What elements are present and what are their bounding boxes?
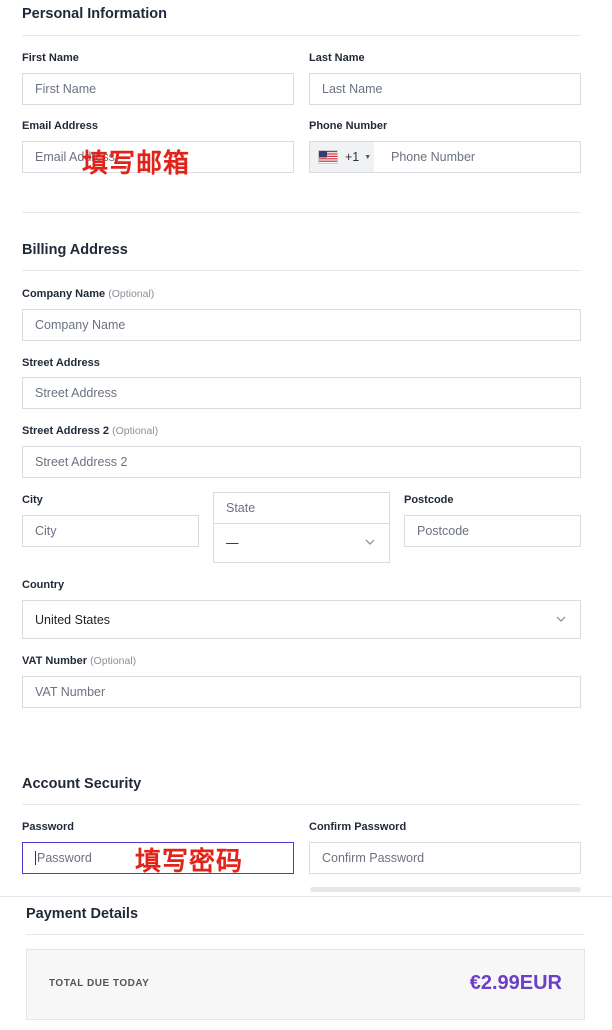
vat-number-label-text: VAT Number [22, 655, 87, 667]
state-select[interactable]: — [213, 524, 390, 563]
state-input[interactable]: State [213, 492, 390, 524]
country-selected-value: United States [35, 612, 111, 627]
last-name-placeholder: Last Name [322, 82, 383, 96]
phone-placeholder: Phone Number [391, 150, 476, 164]
password-strength-bar [310, 887, 581, 892]
confirm-password-placeholder: Confirm Password [322, 851, 425, 865]
billing-address-title: Billing Address [22, 242, 128, 258]
last-name-label: Last Name [309, 52, 365, 64]
postcode-placeholder: Postcode [417, 524, 470, 538]
total-due-amount: €2.99EUR [469, 972, 562, 994]
divider [26, 934, 585, 935]
city-input[interactable]: City [22, 515, 199, 547]
street-address-2-label: Street Address 2 (Optional) [22, 425, 158, 437]
optional-tag: (Optional) [90, 655, 137, 667]
country-code-selector[interactable]: +1 ▼ [310, 142, 374, 172]
first-name-input[interactable]: First Name [22, 73, 294, 105]
company-name-placeholder: Company Name [35, 318, 126, 332]
personal-info-title: Personal Information [22, 6, 168, 22]
total-due-label: TOTAL DUE TODAY [49, 978, 150, 989]
country-select[interactable]: United States [22, 600, 581, 639]
street-address-input[interactable]: Street Address [22, 377, 581, 409]
caret-down-icon: ▼ [364, 153, 372, 161]
divider [22, 270, 581, 271]
divider [22, 212, 581, 213]
company-name-label-text: Company Name [22, 288, 106, 300]
street-address-label: Street Address [22, 357, 100, 369]
postcode-label: Postcode [404, 494, 454, 506]
divider [22, 804, 581, 805]
phone-input[interactable]: +1 ▼ Phone Number [309, 141, 581, 173]
divider [22, 35, 581, 36]
street-address-placeholder: Street Address [35, 386, 117, 400]
country-label: Country [22, 579, 65, 591]
total-due-box: TOTAL DUE TODAY €2.99EUR [26, 949, 585, 1020]
city-placeholder: City [35, 524, 57, 538]
country-code: +1 [345, 150, 360, 164]
optional-tag: (Optional) [108, 288, 155, 300]
text-cursor [35, 851, 36, 865]
chevron-down-icon [365, 539, 375, 545]
email-label: Email Address [22, 120, 99, 132]
optional-tag: (Optional) [112, 425, 159, 437]
street-address-2-label-text: Street Address 2 [22, 425, 110, 437]
us-flag-icon [318, 150, 338, 164]
first-name-label: First Name [22, 52, 79, 64]
city-label: City [22, 494, 43, 506]
street-address-2-input[interactable]: Street Address 2 [22, 446, 581, 478]
email-annotation: 填写邮箱 [82, 149, 191, 179]
password-placeholder: Password [37, 851, 92, 865]
vat-number-placeholder: VAT Number [35, 685, 106, 699]
payment-details-title: Payment Details [26, 906, 139, 922]
password-label: Password [22, 821, 74, 833]
postcode-input[interactable]: Postcode [404, 515, 581, 547]
first-name-placeholder: First Name [35, 82, 97, 96]
account-security-title: Account Security [22, 776, 142, 792]
divider [0, 896, 612, 897]
vat-number-input[interactable]: VAT Number [22, 676, 581, 708]
company-name-input[interactable]: Company Name [22, 309, 581, 341]
password-annotation: 填写密码 [135, 847, 244, 877]
street-address-2-placeholder: Street Address 2 [35, 455, 128, 469]
company-name-label: Company Name (Optional) [22, 288, 154, 300]
phone-label: Phone Number [309, 120, 388, 132]
state-placeholder: State [226, 501, 256, 515]
confirm-password-label: Confirm Password [309, 821, 407, 833]
vat-number-label: VAT Number (Optional) [22, 655, 136, 667]
last-name-input[interactable]: Last Name [309, 73, 581, 105]
chevron-down-icon [556, 616, 566, 622]
state-selected-value: — [226, 536, 239, 550]
confirm-password-input[interactable]: Confirm Password [309, 842, 581, 874]
